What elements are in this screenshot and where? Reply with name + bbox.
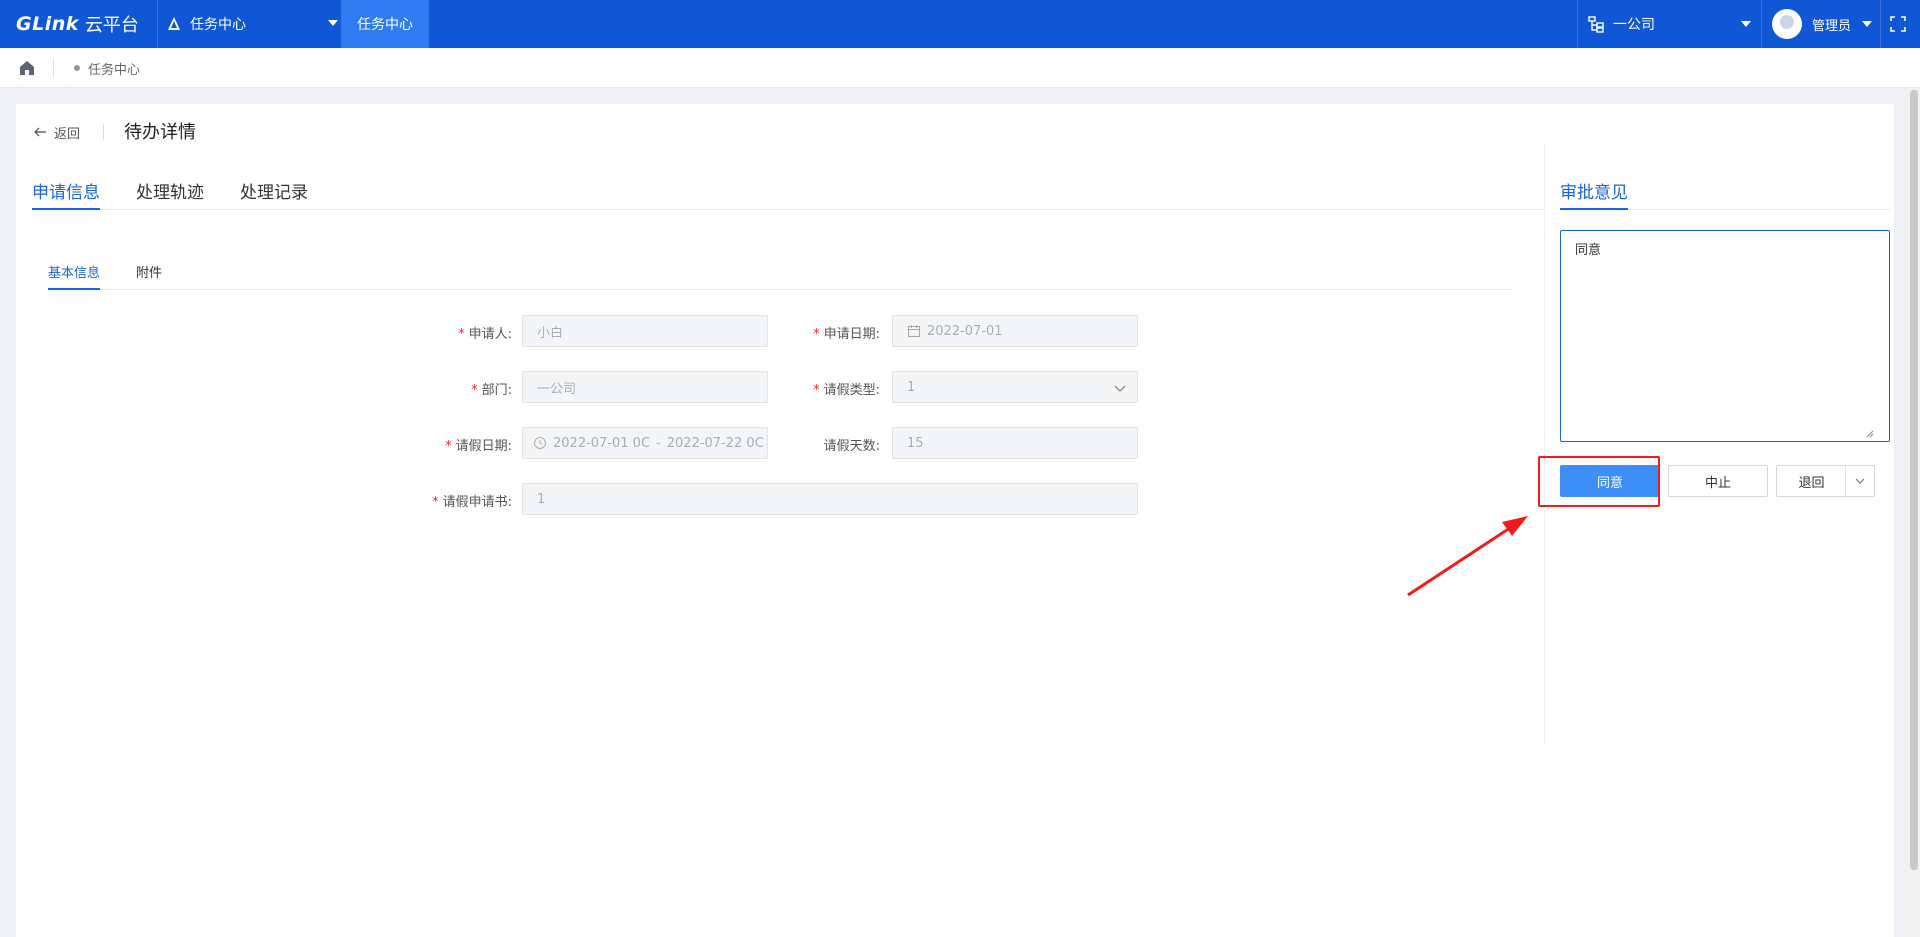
leave-date-range: 2022-07-01 0C - 2022-07-22 0C — [522, 427, 768, 459]
approval-opinion-title[interactable]: 审批意见 — [1560, 178, 1628, 210]
arrow-left-icon — [34, 127, 46, 137]
range-separator: - — [656, 435, 661, 451]
back-label: 返回 — [54, 126, 81, 142]
org-label: 一公司 — [1613, 17, 1655, 33]
tab-process-trace[interactable]: 处理轨迹 — [136, 178, 204, 210]
divider — [1577, 0, 1578, 48]
user-menu[interactable]: 管理员 — [1772, 0, 1872, 48]
required-mark: * — [813, 383, 820, 398]
chevron-down-icon — [1114, 385, 1126, 392]
app-logo[interactable]: GLink 云平台 — [16, 12, 139, 36]
brand-subtitle: 云平台 — [84, 15, 139, 36]
department-label: * 部门: — [471, 383, 512, 398]
leave-letter-label: * 请假申请书: — [432, 495, 512, 510]
panel-divider — [1544, 144, 1545, 744]
subtab-attachments[interactable]: 附件 — [136, 262, 162, 290]
divider — [103, 124, 104, 140]
clock-icon — [534, 437, 546, 449]
divider — [157, 0, 158, 48]
chevron-down-icon — [1855, 478, 1865, 484]
app-switcher[interactable]: 任务中心 — [166, 0, 338, 48]
main-card: 返回 待办详情 申请信息 处理轨迹 处理记录 基本信息 附件 * 申请人: 小白 … — [16, 104, 1894, 937]
app-switcher-label: 任务中心 — [190, 17, 246, 33]
approval-opinion-input[interactable] — [1560, 230, 1890, 442]
required-mark: * — [458, 327, 465, 342]
scrollbar-thumb[interactable] — [1910, 90, 1918, 870]
app-icon — [168, 17, 180, 30]
page-title: 待办详情 — [124, 122, 196, 143]
leave-days-label: 请假天数: — [823, 439, 880, 454]
approval-opinion-tab: 审批意见 — [1560, 166, 1890, 210]
avatar — [1772, 9, 1802, 39]
breadcrumb-item-task-center[interactable]: 任务中心 — [74, 48, 140, 88]
required-mark: * — [432, 495, 439, 510]
divider — [1880, 0, 1881, 48]
main-tabs: 申请信息 处理轨迹 处理记录 — [32, 166, 1544, 210]
divider — [53, 58, 54, 78]
applicant-label: * 申请人: — [458, 327, 512, 342]
brand-name: GLink — [16, 13, 79, 35]
fullscreen-icon[interactable] — [1889, 15, 1907, 33]
nav-tab-task-center[interactable]: 任务中心 — [341, 0, 429, 48]
user-name: 管理员 — [1812, 18, 1852, 34]
top-navigation-bar: GLink 云平台 任务中心 任务中心 一公司 管理员 — [0, 0, 1920, 48]
divider — [1761, 0, 1762, 48]
leave-type-label: * 请假类型: — [813, 383, 880, 398]
calendar-icon — [908, 325, 920, 337]
caret-down-icon — [1741, 21, 1751, 27]
sub-tabs: 基本信息 附件 — [48, 252, 1512, 290]
leave-letter-field: 1 — [522, 483, 1138, 515]
stop-button[interactable]: 中止 — [1668, 465, 1768, 497]
dot-icon — [74, 65, 80, 71]
applicant-field: 小白 — [522, 315, 768, 347]
department-field: 一公司 — [522, 371, 768, 403]
subtab-basic-info[interactable]: 基本信息 — [48, 262, 101, 290]
home-icon[interactable] — [18, 59, 36, 77]
breadcrumb-label: 任务中心 — [88, 62, 141, 78]
scrollbar[interactable] — [1908, 88, 1920, 937]
apply-date-label: * 申请日期: — [813, 327, 880, 342]
leave-date-start: 2022-07-01 0C — [553, 435, 651, 451]
caret-down-icon — [328, 20, 338, 26]
required-mark: * — [471, 383, 478, 398]
breadcrumb: 任务中心 — [0, 48, 1920, 88]
resize-grip-icon[interactable] — [1866, 430, 1874, 438]
apply-date-field: 2022-07-01 — [892, 315, 1138, 347]
required-mark: * — [445, 439, 452, 454]
return-options-button[interactable] — [1845, 465, 1875, 497]
required-mark: * — [813, 327, 820, 342]
leave-date-label: * 请假日期: — [445, 439, 512, 454]
leave-type-select: 1 — [892, 371, 1138, 403]
leave-days-field: 15 — [892, 427, 1138, 459]
leave-date-end: 2022-07-22 0C — [666, 435, 764, 451]
org-tree-icon — [1588, 16, 1604, 33]
caret-down-icon — [1862, 21, 1872, 27]
org-switcher[interactable]: 一公司 — [1587, 0, 1751, 48]
return-button[interactable]: 退回 — [1776, 465, 1846, 497]
tab-process-record[interactable]: 处理记录 — [240, 178, 308, 210]
back-button[interactable]: 返回 — [32, 120, 80, 144]
tab-application-info[interactable]: 申请信息 — [32, 178, 100, 210]
annotation-highlight-box — [1538, 456, 1660, 507]
